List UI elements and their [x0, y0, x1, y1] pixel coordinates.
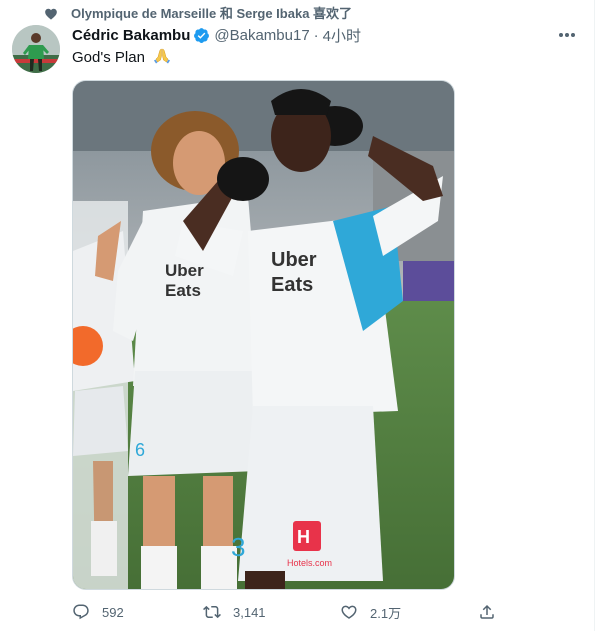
more-dots-icon: [559, 33, 575, 37]
social-context-text[interactable]: Olympique de Marseille 和 Serge Ibaka 喜欢了: [71, 6, 352, 22]
reply-button[interactable]: 592: [72, 601, 124, 623]
svg-text:Uber: Uber: [271, 249, 317, 271]
user-handle[interactable]: @Bakambu17: [214, 27, 309, 44]
reply-count: 592: [102, 604, 124, 620]
shorts-sponsor: Hotels.com: [287, 558, 332, 568]
retweet-icon: [203, 605, 221, 619]
more-options-button[interactable]: [556, 26, 578, 44]
heart-icon: [45, 8, 57, 20]
avatar-image: [12, 25, 60, 73]
reply-icon: [73, 604, 89, 620]
svg-text:Eats: Eats: [271, 274, 313, 296]
tweet-header: Cédric Bakambu @Bakambu17 · 4小时: [72, 25, 361, 45]
svg-text:H: H: [297, 527, 310, 547]
svg-text:Eats: Eats: [165, 281, 201, 300]
like-button[interactable]: 2.1万: [340, 601, 401, 623]
timestamp[interactable]: 4小时: [323, 25, 361, 46]
photo-image: Uber Eats 6 Uber Eats H Hotels.com 3: [73, 81, 454, 589]
like-icon: [341, 605, 357, 619]
share-icon: [480, 604, 494, 619]
separator-dot: ·: [313, 26, 319, 44]
retweet-button[interactable]: 3,141: [203, 601, 266, 623]
tweet-actions: 592 3,141 2.1万: [72, 601, 502, 623]
tweet-text-body: God's Plan: [72, 49, 145, 66]
verified-badge-icon: [194, 27, 210, 43]
teammate-number: 6: [135, 440, 145, 460]
folded-hands-emoji-icon: [154, 48, 171, 64]
share-button[interactable]: [478, 601, 496, 623]
player-number: 3: [231, 532, 245, 562]
tweet-card[interactable]: Olympique de Marseille 和 Serge Ibaka 喜欢了…: [0, 0, 595, 631]
tweet-text: God's Plan: [72, 48, 171, 68]
display-name[interactable]: Cédric Bakambu: [72, 27, 190, 44]
tweet-photo[interactable]: Uber Eats 6 Uber Eats H Hotels.com 3: [72, 80, 455, 590]
avatar[interactable]: [12, 25, 60, 73]
retweet-count: 3,141: [233, 604, 266, 620]
like-count: 2.1万: [370, 605, 402, 621]
